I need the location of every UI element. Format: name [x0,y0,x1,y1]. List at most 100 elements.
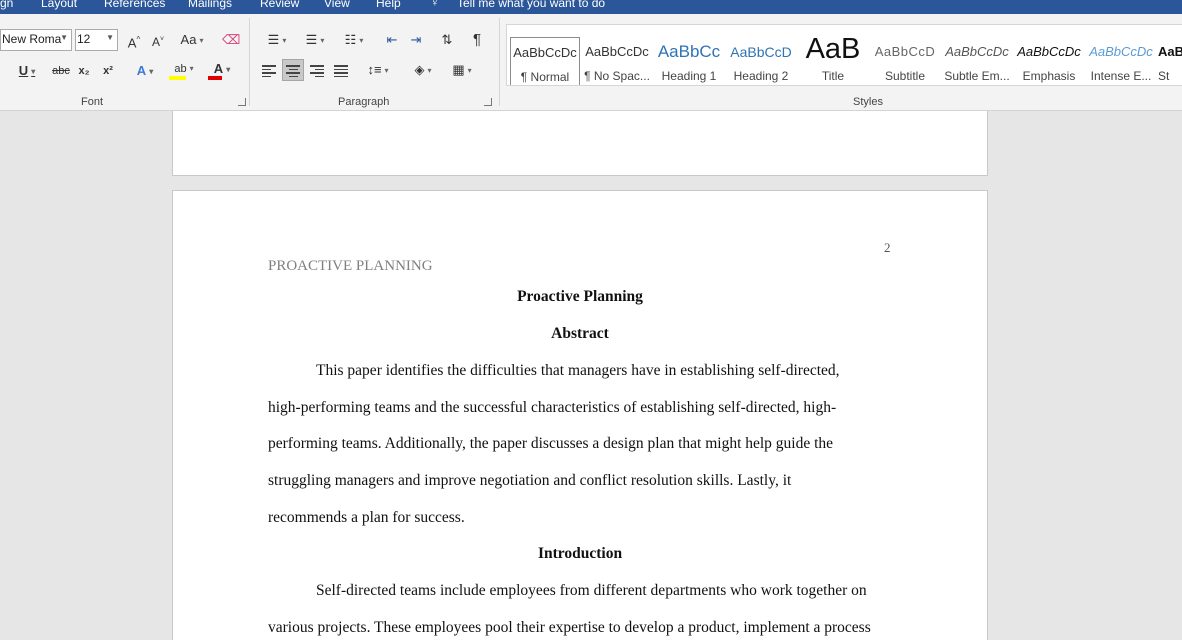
style-normal[interactable]: AaBbCcDc ¶ Normal [510,37,580,85]
style-name: Intense E... [1090,69,1152,83]
numbering-button[interactable]: ☰ ▾ [298,29,332,51]
abstract-heading: Abstract [551,325,609,342]
highlight-color-button[interactable]: ab ▾ [168,58,200,80]
page-2[interactable]: 2 PROACTIVE PLANNING Proactive Planning … [172,190,988,640]
group-separator [499,18,500,106]
line-spacing-button[interactable]: ↕≡ ▾ [362,59,394,81]
borders-button[interactable]: ▦ ▾ [446,59,478,81]
menu-design-tab[interactable]: gn [0,0,13,10]
style-preview: AaBbCcDc [945,44,1009,59]
font-dialog-launcher-icon[interactable] [238,98,246,106]
menu-layout-tab[interactable]: Layout [41,0,77,10]
highlight-color-swatch [169,76,186,80]
style-subtle-emphasis[interactable]: AaBbCcDc Subtle Em... [942,37,1012,85]
style-preview: AaB [805,37,861,65]
text-effects-icon: A [136,63,147,78]
justify-button[interactable] [334,65,348,77]
shading-button[interactable]: ◈ ▾ [407,59,439,81]
style-preview: AaBbCcD [730,44,792,60]
style-heading-1[interactable]: AaBbCc Heading 1 [654,37,724,85]
style-preview: AaBbCcDc [1089,44,1153,59]
paragraph-dialog-launcher-icon[interactable] [484,98,492,106]
change-case-icon: Aa [180,32,197,47]
abstract-line: performing teams. Additionally, the pape… [268,435,834,452]
underline-icon: U [18,63,29,78]
style-no-spacing[interactable]: AaBbCcDc ¶ No Spac... [582,37,652,85]
font-name-value: New Roma [2,32,62,46]
underline-button[interactable]: U ▾ [12,60,42,82]
style-subtitle[interactable]: AaBbCcD Subtitle [870,37,940,85]
menu-bar: gn Layout References Mailings Review Vie… [0,0,1182,14]
bullet-list-icon: ☰ [267,32,280,47]
style-intense-emphasis[interactable]: AaBbCcDc Intense E... [1086,37,1156,85]
style-preview: AaBbCcDc [513,45,577,60]
font-color-swatch [208,76,222,80]
chevron-down-icon[interactable]: ▼ [60,33,68,42]
decrease-indent-icon: ⇤ [386,32,398,47]
align-left-button[interactable] [262,65,276,77]
introduction-heading: Introduction [537,545,623,562]
line-spacing-icon: ↕≡ [367,62,382,77]
change-case-button[interactable]: Aa ▾ [176,29,208,51]
font-size-combo[interactable]: 12 ▼ [75,29,118,51]
paper-title: Proactive Planning [517,288,643,305]
style-name: Subtle Em... [944,69,1010,83]
style-strong[interactable]: AaB St [1158,37,1182,85]
superscript-icon: x² [103,65,113,77]
font-name-combo[interactable]: New Roma ▼ [0,29,72,51]
styles-group-label: Styles [853,96,883,108]
sort-button[interactable]: ⇅ [436,29,458,51]
shrink-font-button[interactable]: A˅ [149,29,167,51]
align-right-button[interactable] [310,65,324,77]
menu-references-tab[interactable]: References [104,0,165,10]
increase-indent-button[interactable]: ⇥ [405,29,427,51]
group-separator [249,18,250,106]
multilevel-list-icon: ☷ [344,32,357,47]
strikethrough-button[interactable]: abc [50,60,72,82]
styles-gallery: AaBbCcDc ¶ Normal AaBbCcDc ¶ No Spac... … [506,24,1182,86]
style-preview: AaBbCcDc [585,44,649,59]
clear-formatting-button[interactable]: ⌫ [222,29,240,51]
abstract-line: high-performing teams and the successful… [268,399,837,416]
font-group-label: Font [81,96,104,108]
style-preview: AaB [1158,44,1182,59]
tell-me-search[interactable]: Tell me what you want to do [457,0,605,10]
abstract-line: recommends a plan for success. [268,509,465,526]
style-preview: AaBbCcD [874,44,936,59]
style-preview: AaBbCcDc [1017,44,1081,59]
menu-mailings-tab[interactable]: Mailings [188,0,232,10]
style-name: Heading 2 [733,69,789,83]
numbered-list-icon: ☰ [305,32,318,47]
subscript-button[interactable]: x₂ [76,60,92,82]
menu-review-tab[interactable]: Review [260,0,299,10]
style-name: Emphasis [1022,69,1076,83]
bullets-button[interactable]: ☰ ▾ [260,29,294,51]
align-center-icon [286,65,300,77]
page-1-bottom [172,111,988,176]
style-heading-2[interactable]: AaBbCcD Heading 2 [726,37,796,85]
paint-bucket-icon: ◈ [414,62,425,77]
style-name: Title [821,69,845,83]
text-effects-button[interactable]: A ▾ [130,60,160,82]
abstract-line: This paper identifies the difficulties t… [316,362,840,379]
chevron-down-icon[interactable]: ▼ [106,33,114,42]
superscript-button[interactable]: x² [100,60,116,82]
menu-help-tab[interactable]: Help [376,0,401,10]
grow-font-button[interactable]: A^ [125,29,143,51]
multilevel-list-button[interactable]: ☷ ▾ [337,29,371,51]
style-emphasis[interactable]: AaBbCcDc Emphasis [1014,37,1084,85]
show-hide-marks-button[interactable]: ¶ [467,29,487,51]
align-center-button[interactable] [282,59,304,81]
menu-view-tab[interactable]: View [324,0,350,10]
font-color-button[interactable]: A ▾ [206,58,238,80]
increase-indent-icon: ⇥ [410,32,422,47]
subscript-icon: x₂ [78,65,90,77]
style-title[interactable]: AaB Title [798,37,868,85]
running-head: PROACTIVE PLANNING [268,258,433,274]
style-name: ¶ No Spac... [584,69,650,83]
shrink-font-icon: A [151,35,160,49]
font-color-icon: A [213,61,224,76]
decrease-indent-button[interactable]: ⇤ [381,29,403,51]
style-name: Subtitle [884,69,926,83]
font-size-value: 12 [77,32,91,46]
